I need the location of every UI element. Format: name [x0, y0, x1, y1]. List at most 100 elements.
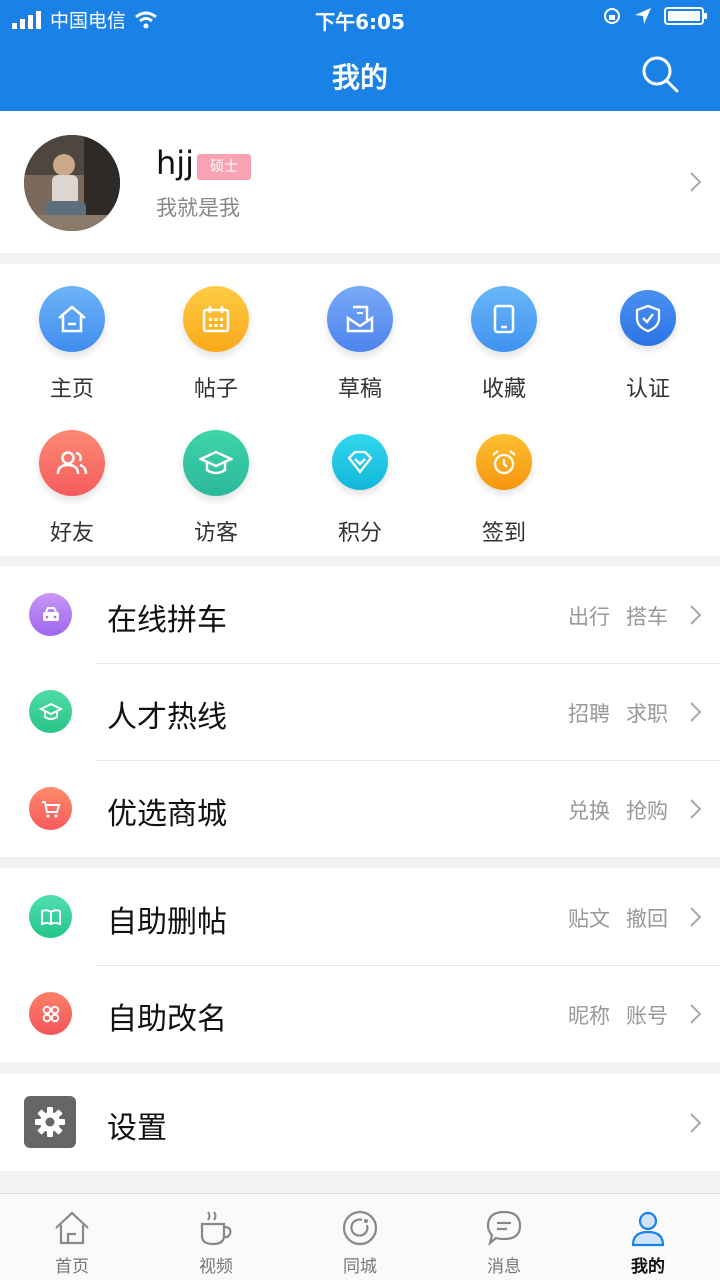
chevron-right-icon	[690, 907, 702, 927]
tab-local[interactable]: 同城	[288, 1194, 432, 1280]
chat-bubble-icon	[486, 1210, 522, 1247]
friends-icon	[39, 430, 105, 496]
person-icon	[631, 1211, 665, 1247]
list-item-talent[interactable]: 人才热线 招聘 求职	[0, 663, 720, 760]
grid-item-favorites[interactable]: 收藏	[432, 264, 576, 404]
diamond-icon	[332, 434, 388, 490]
graduation-cap-icon	[183, 430, 249, 496]
chevron-right-icon	[690, 799, 702, 819]
tag: 账号	[626, 1004, 668, 1028]
grid-label: 访客	[193, 521, 238, 546]
calendar-icon	[183, 286, 249, 352]
tab-video[interactable]: 视频	[144, 1194, 288, 1280]
graduation-cap-icon	[29, 690, 72, 733]
tab-label: 我的	[631, 1257, 665, 1277]
nav-bar: 我的	[0, 36, 720, 111]
service-section-1: 在线拼车 出行 搭车 人才热线 招聘 求职 优选商城 兑换 抢购	[0, 566, 720, 857]
rotation-lock-icon	[604, 8, 620, 24]
service-section-2: 自助删帖 贴文 撤回 自助改名 昵称 账号	[0, 868, 720, 1062]
avatar[interactable]	[24, 135, 120, 231]
taxi-icon	[29, 593, 72, 636]
list-item-title: 自助改名	[107, 1002, 227, 1037]
list-item-title: 设置	[107, 1111, 167, 1146]
list-item-mall[interactable]: 优选商城 兑换 抢购	[0, 760, 720, 857]
tab-bar: 首页 视频 同城 消息 我的	[0, 1193, 720, 1280]
grid-label: 主页	[49, 377, 94, 402]
home-tab-icon	[55, 1211, 89, 1245]
grid-item-posts[interactable]: 帖子	[144, 264, 288, 404]
alarm-clock-icon	[476, 434, 532, 490]
grid-item-checkin[interactable]: 签到	[432, 408, 576, 548]
tag: 搭车	[626, 605, 668, 629]
grid-label: 积分	[337, 521, 382, 546]
list-item-tags: 出行 搭车	[568, 601, 668, 631]
grid-label: 签到	[481, 521, 526, 546]
list-item-title: 人才热线	[107, 700, 227, 735]
profile-card[interactable]: hjj 硕士 我就是我	[0, 111, 720, 253]
grid-label: 帖子	[193, 377, 238, 402]
grid-item-friends[interactable]: 好友	[0, 408, 144, 548]
chevron-right-icon	[690, 605, 702, 625]
book-icon	[29, 895, 72, 938]
tag: 兑换	[568, 799, 610, 823]
grid-item-visitors[interactable]: 访客	[144, 408, 288, 548]
chevron-right-icon	[690, 1004, 702, 1024]
signature-text: 我就是我	[156, 196, 240, 220]
cart-icon	[29, 787, 72, 830]
grid-label: 认证	[625, 377, 670, 402]
page-title: 我的	[331, 61, 388, 94]
tag: 昵称	[568, 1004, 610, 1028]
tablet-icon	[471, 286, 537, 352]
list-item-tags: 贴文 撤回	[568, 903, 668, 933]
tag: 招聘	[568, 702, 610, 726]
list-item-tags: 昵称 账号	[568, 1000, 668, 1030]
grid-label: 收藏	[481, 377, 526, 402]
list-item-title: 优选商城	[107, 797, 227, 832]
tab-home[interactable]: 首页	[0, 1194, 144, 1280]
search-icon[interactable]	[640, 54, 680, 94]
tag: 撤回	[626, 907, 668, 931]
gear-icon	[24, 1096, 76, 1148]
location-icon	[635, 8, 651, 24]
grid-item-home[interactable]: 主页	[0, 264, 144, 404]
list-item-rename[interactable]: 自助改名 昵称 账号	[0, 965, 720, 1062]
grid-label: 好友	[49, 521, 94, 546]
tab-messages[interactable]: 消息	[432, 1194, 576, 1280]
grid-item-points[interactable]: 积分	[288, 408, 432, 548]
refresh-circle-icon	[342, 1210, 378, 1246]
coffee-cup-icon	[200, 1211, 232, 1246]
battery-icon	[664, 7, 707, 25]
list-item-carpool[interactable]: 在线拼车 出行 搭车	[0, 566, 720, 663]
list-item-title: 在线拼车	[107, 603, 227, 638]
tab-label: 首页	[55, 1257, 89, 1277]
list-item-tags: 招聘 求职	[568, 698, 668, 728]
function-grid: 主页 帖子 草稿 收藏 认证 好友 访客 积分 签到	[0, 264, 720, 556]
tag: 出行	[568, 605, 610, 629]
tag: 贴文	[568, 907, 610, 931]
tag: 求职	[626, 702, 668, 726]
tab-label: 视频	[199, 1257, 233, 1277]
draft-icon	[327, 286, 393, 352]
list-item-title: 自助删帖	[107, 905, 227, 940]
list-item-tags: 兑换 抢购	[568, 795, 668, 825]
grid-item-verify[interactable]: 认证	[576, 264, 720, 404]
tab-label: 消息	[487, 1257, 521, 1277]
degree-badge: 硕士	[197, 154, 251, 180]
tag: 抢购	[626, 799, 668, 823]
chevron-right-icon	[690, 172, 702, 192]
username: hjj	[156, 144, 195, 182]
home-icon	[39, 286, 105, 352]
chevron-right-icon	[690, 1113, 702, 1133]
list-item-settings[interactable]: 设置	[0, 1074, 720, 1171]
tab-mine[interactable]: 我的	[576, 1194, 720, 1280]
tab-label: 同城	[343, 1257, 377, 1277]
apps-icon	[29, 992, 72, 1035]
list-item-delete-post[interactable]: 自助删帖 贴文 撤回	[0, 868, 720, 965]
settings-section: 设置	[0, 1074, 720, 1171]
status-right	[602, 6, 708, 26]
grid-item-drafts[interactable]: 草稿	[288, 264, 432, 404]
grid-label: 草稿	[337, 377, 382, 402]
chevron-right-icon	[690, 702, 702, 722]
shield-icon	[620, 290, 676, 346]
status-bar: 中国电信 下午6:05	[0, 0, 720, 36]
